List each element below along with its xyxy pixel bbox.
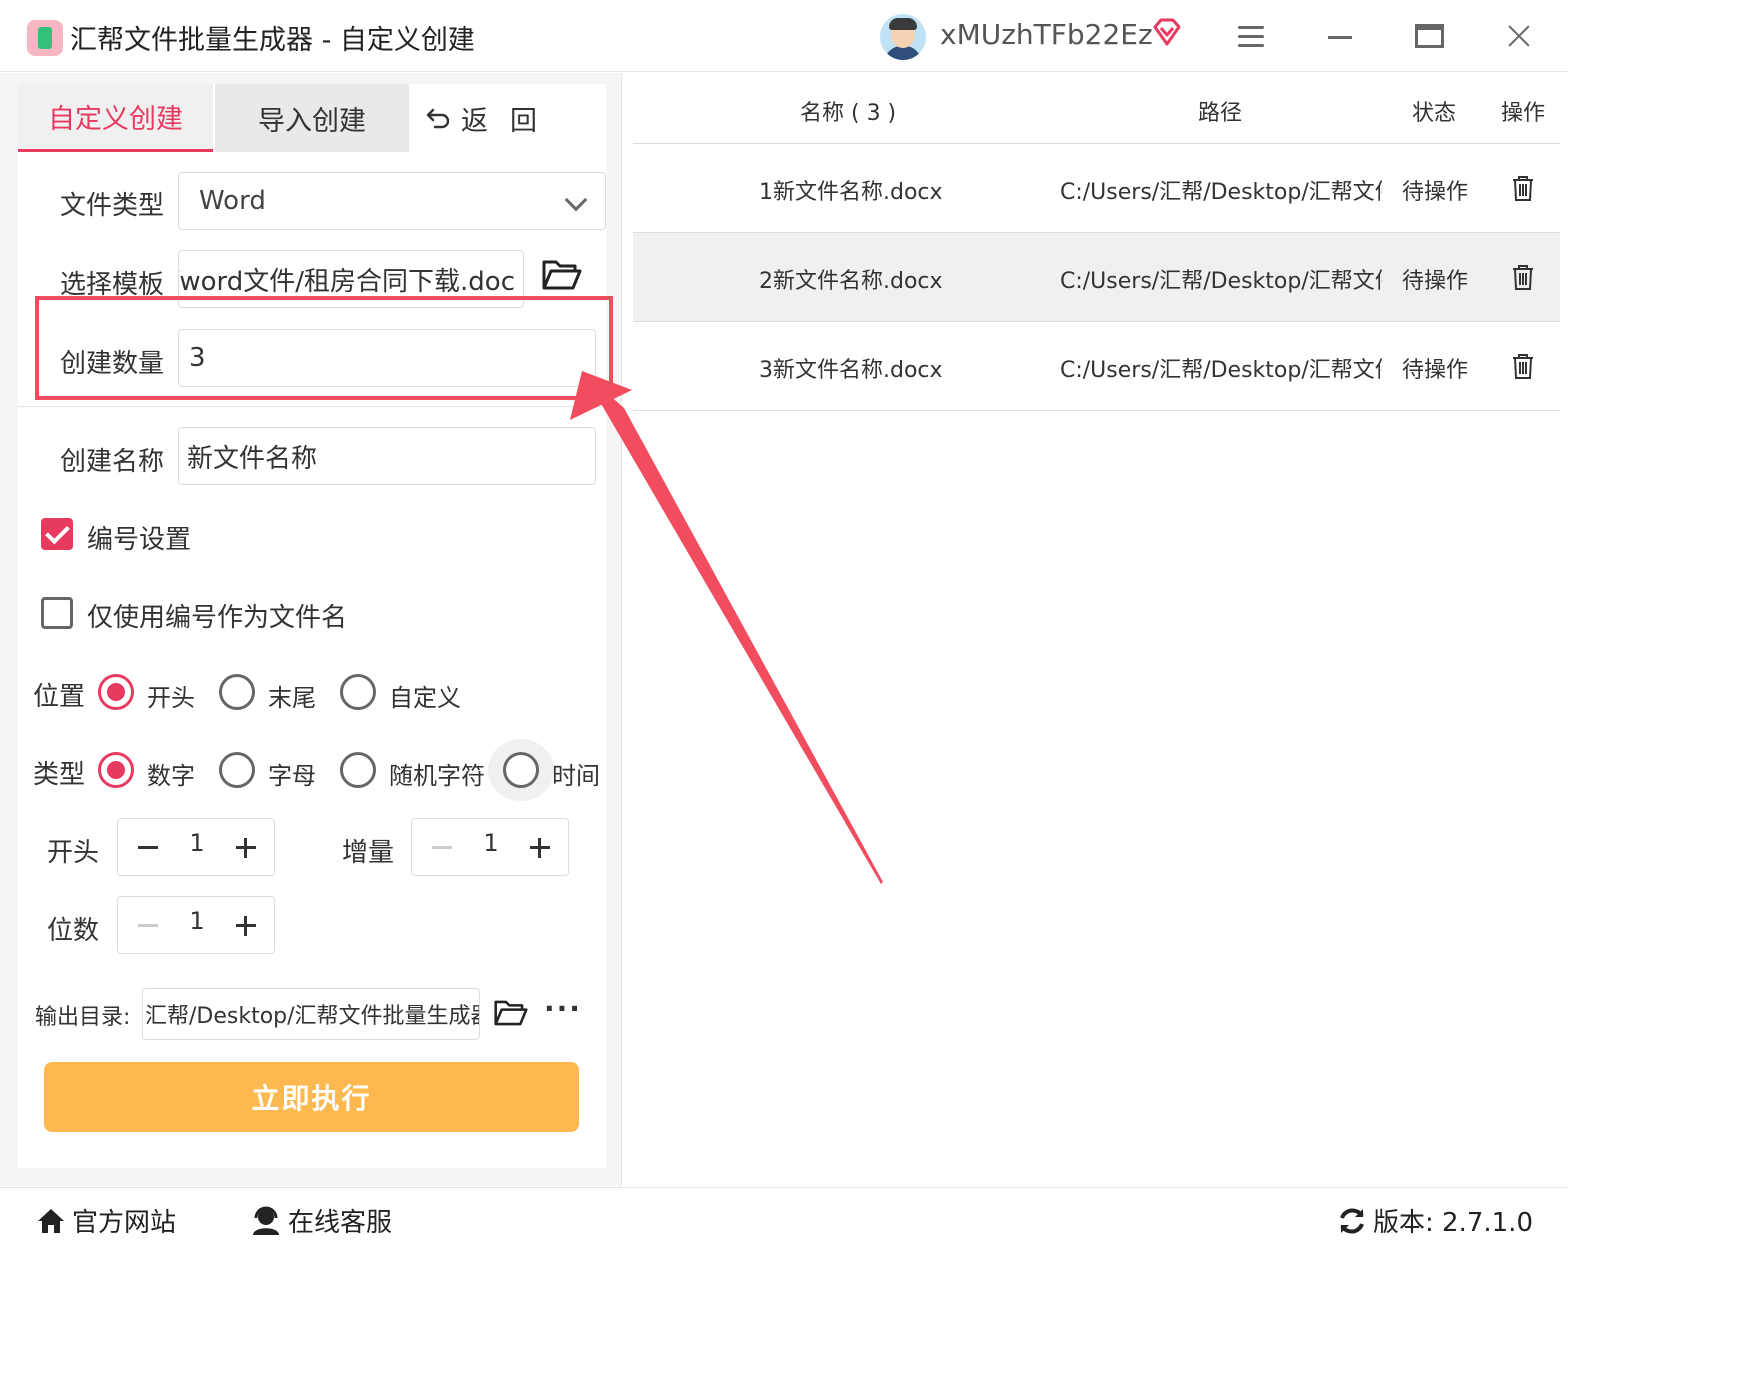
column-header-action: 操作 [1501, 101, 1546, 126]
table-row[interactable]: 2新文件名称.docx C:/Users/汇帮/Desktop/汇帮文件 待操作 [633, 233, 1560, 322]
username[interactable]: xMUzhTFb22Ez [940, 18, 1153, 51]
app-title: 汇帮文件批量生成器 - 自定义创建 [70, 25, 475, 56]
position-option-custom: 自定义 [389, 684, 461, 712]
minus-icon[interactable] [432, 846, 452, 849]
type-label: 类型 [33, 760, 86, 790]
row-status: 待操作 [1402, 180, 1469, 205]
version-info[interactable]: 版本: 2.7.1.0 [1337, 1202, 1533, 1239]
tab-custom-create[interactable]: 自定义创建 [18, 84, 213, 152]
position-label: 位置 [33, 682, 86, 712]
maximize-icon[interactable] [1415, 24, 1444, 48]
start-stepper[interactable]: 1 [117, 818, 275, 876]
row-path: C:/Users/汇帮/Desktop/汇帮文件 [1060, 180, 1382, 205]
row-name: 2新文件名称.docx [759, 269, 943, 294]
type-option-letter: 字母 [268, 762, 316, 790]
digits-value[interactable]: 1 [180, 907, 214, 935]
digits-stepper[interactable]: 1 [117, 896, 275, 954]
refresh-icon [1340, 1208, 1364, 1233]
increment-label: 增量 [342, 838, 395, 868]
trash-icon[interactable] [1511, 174, 1535, 202]
increment-stepper[interactable]: 1 [411, 818, 569, 876]
plus-icon[interactable] [236, 916, 256, 936]
run-button[interactable]: 立即执行 [44, 1062, 579, 1132]
type-option-time: 时间 [552, 762, 600, 790]
type-option-number: 数字 [147, 762, 195, 790]
start-value[interactable]: 1 [180, 829, 214, 857]
minimize-icon[interactable] [1328, 36, 1352, 39]
more-options-button[interactable]: ··· [544, 992, 582, 1025]
column-header-status: 状态 [1412, 101, 1457, 126]
row-name: 3新文件名称.docx [759, 358, 943, 383]
row-path: C:/Users/汇帮/Desktop/汇帮文件 [1060, 358, 1382, 383]
back-label-1: 返 [461, 105, 488, 137]
name-input[interactable]: 新文件名称 [178, 427, 596, 485]
back-label-2: 回 [510, 105, 537, 137]
app-window: 汇帮文件批量生成器 - 自定义创建 xMUzhTFb22Ez 自定义创建 导入创… [0, 0, 1568, 1245]
start-label: 开头 [47, 838, 100, 868]
online-service-label: 在线客服 [288, 1208, 393, 1238]
official-website-link[interactable]: 官方网站 [36, 1202, 176, 1239]
row-name: 1新文件名称.docx [759, 180, 943, 205]
plus-icon[interactable] [236, 838, 256, 858]
position-option-end: 末尾 [268, 684, 316, 712]
type-option-random: 随机字符 [389, 762, 485, 790]
customer-service-icon [253, 1206, 279, 1235]
online-service-link[interactable]: 在线客服 [250, 1202, 392, 1239]
type-radio-random[interactable] [340, 752, 376, 788]
only-number-checkbox[interactable] [41, 597, 73, 629]
home-icon [38, 1208, 64, 1233]
back-button[interactable]: 返 回 [425, 84, 560, 152]
close-icon[interactable] [1505, 22, 1533, 50]
back-arrow-icon [426, 108, 450, 129]
vip-diamond-icon[interactable] [1151, 16, 1183, 48]
minus-icon[interactable] [138, 846, 158, 849]
column-header-name: 名称 ( 3 ) [800, 101, 897, 126]
type-radio-number[interactable] [98, 752, 134, 788]
row-status: 待操作 [1402, 269, 1469, 294]
folder-open-icon[interactable] [542, 258, 582, 292]
template-path-text: E:/word文件/租房合同下载.doc [179, 266, 515, 297]
table-row[interactable]: 3新文件名称.docx C:/Users/汇帮/Desktop/汇帮文件 待操作 [633, 322, 1560, 411]
minus-icon[interactable] [138, 924, 158, 927]
official-website-label: 官方网站 [72, 1208, 177, 1238]
position-radio-end[interactable] [219, 674, 255, 710]
row-status: 待操作 [1402, 358, 1469, 383]
name-label: 创建名称 [60, 447, 165, 477]
file-type-label: 文件类型 [60, 191, 165, 221]
divider [18, 406, 606, 407]
position-radio-start[interactable] [98, 674, 134, 710]
avatar[interactable] [880, 14, 926, 60]
table-row[interactable]: 1新文件名称.docx C:/Users/汇帮/Desktop/汇帮文件 待操作 [633, 144, 1560, 233]
tab-import-create[interactable]: 导入创建 [215, 84, 409, 152]
row-path: C:/Users/汇帮/Desktop/汇帮文件 [1060, 269, 1382, 294]
app-logo-icon [27, 20, 63, 56]
increment-value[interactable]: 1 [474, 829, 508, 857]
plus-icon[interactable] [530, 838, 550, 858]
output-dir-input[interactable]: 汇帮/Desktop/汇帮文件批量生成器 [142, 988, 480, 1040]
type-radio-time[interactable] [503, 752, 539, 788]
file-type-select[interactable]: Word [178, 172, 606, 230]
column-header-path: 路径 [1198, 101, 1243, 126]
position-option-start: 开头 [147, 684, 195, 712]
footer-bar [0, 1187, 1568, 1245]
menu-icon[interactable] [1238, 26, 1264, 48]
version-label: 版本: 2.7.1.0 [1373, 1208, 1533, 1238]
position-radio-custom[interactable] [340, 674, 376, 710]
only-number-label: 仅使用编号作为文件名 [87, 603, 348, 633]
trash-icon[interactable] [1511, 263, 1535, 291]
trash-icon[interactable] [1511, 352, 1535, 380]
digits-label: 位数 [47, 916, 100, 946]
numbering-checkbox[interactable] [41, 518, 73, 550]
type-radio-letter[interactable] [219, 752, 255, 788]
output-dir-label: 输出目录: [35, 1005, 131, 1030]
numbering-label: 编号设置 [87, 525, 192, 555]
annotation-highlight-box [35, 296, 613, 400]
folder-open-icon[interactable] [494, 998, 528, 1028]
